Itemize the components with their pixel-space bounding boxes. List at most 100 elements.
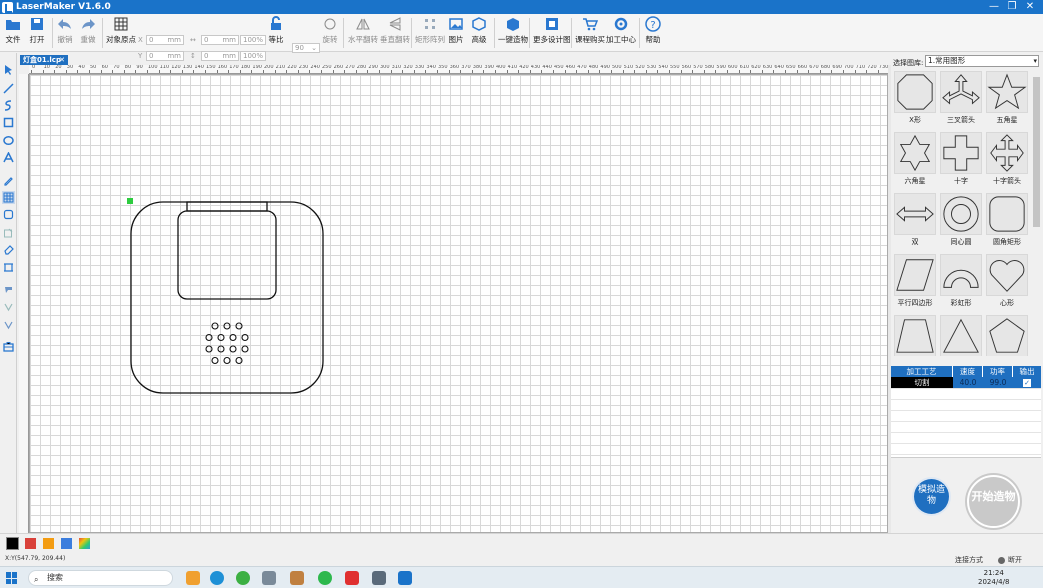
shape-item[interactable]: 五边形 — [985, 315, 1029, 356]
course-purchase-button[interactable]: 课程购买 — [575, 16, 605, 45]
y-position-field[interactable]: 0 mm — [146, 51, 184, 61]
design-canvas[interactable] — [29, 74, 888, 533]
frame-tool[interactable] — [2, 208, 15, 221]
windows-start-icon[interactable] — [6, 572, 18, 584]
color-swatch[interactable] — [6, 537, 19, 550]
ellipse-tool[interactable] — [2, 134, 15, 147]
restore-button[interactable]: ❐ — [1003, 0, 1021, 14]
edge-browser-icon[interactable] — [210, 571, 224, 585]
hole-circle[interactable] — [241, 345, 249, 353]
edit-tool[interactable] — [2, 226, 15, 239]
hole-circle[interactable] — [229, 345, 237, 353]
minimize-button[interactable]: — — [985, 0, 1003, 14]
calculator-icon[interactable] — [372, 571, 386, 585]
hole-circle[interactable] — [217, 333, 225, 342]
speaker-holes[interactable] — [205, 322, 249, 365]
rectangle-tool[interactable] — [2, 116, 15, 129]
select-tool[interactable] — [2, 63, 15, 76]
lamp-box-drawing[interactable] — [30, 75, 889, 534]
outer-frame-shape[interactable] — [130, 201, 324, 394]
shape-item[interactable]: 彩虹形 — [939, 254, 983, 308]
undo-button[interactable]: 撤销 — [57, 16, 73, 45]
redo-button[interactable]: 重做 — [80, 16, 96, 45]
shape-item[interactable]: 圆角矩形 — [985, 193, 1029, 247]
hole-circle[interactable] — [211, 356, 219, 365]
shape-item[interactable]: 双 — [893, 193, 937, 247]
power-value[interactable]: 99.0 — [983, 377, 1013, 388]
hole-circle[interactable] — [235, 356, 243, 365]
shape-item[interactable]: 三叉箭头 — [939, 71, 983, 125]
proportional-toggle[interactable]: 等比 — [268, 16, 284, 45]
curve-tool[interactable] — [2, 99, 15, 112]
width-field[interactable]: 0 mm — [201, 35, 239, 45]
shape-item[interactable]: 平行四边形 — [893, 254, 937, 308]
document-tab[interactable]: 灯盒01.lcp ✕ — [20, 55, 68, 65]
rotate-button[interactable]: 旋转 — [322, 16, 338, 45]
color-swatch[interactable] — [25, 538, 36, 549]
selection-handle[interactable] — [127, 198, 133, 204]
wechat-icon[interactable] — [318, 571, 332, 585]
speed-value[interactable]: 40.0 — [953, 377, 983, 388]
hole-circle[interactable] — [229, 333, 237, 342]
horizontal-flip-button[interactable]: 水平翻转 — [348, 16, 378, 45]
hole-circle[interactable] — [211, 322, 219, 330]
app-icon[interactable] — [236, 571, 250, 585]
grid-tool[interactable] — [2, 191, 15, 204]
toolbox-tool[interactable] — [2, 340, 15, 353]
shape-item[interactable]: 六角星 — [893, 132, 937, 186]
file-button[interactable]: 文件 — [5, 16, 21, 45]
text-tool[interactable] — [2, 151, 15, 164]
connection-label[interactable]: 连接方式 — [955, 555, 983, 565]
hole-circle[interactable] — [241, 333, 249, 342]
color-swatch[interactable] — [79, 538, 90, 549]
shape-item[interactable]: 十字 — [939, 132, 983, 186]
one-click-make-button[interactable]: 一键造物 — [498, 16, 528, 45]
output-checkbox[interactable]: ✓ — [1023, 379, 1031, 387]
widgets-icon[interactable] — [186, 571, 200, 585]
shape-item[interactable]: 梯形 — [893, 315, 937, 356]
line-tool[interactable] — [2, 82, 15, 95]
advanced-button[interactable]: 高级 — [471, 16, 487, 45]
taskbar-search[interactable]: ⌕ 搜索 — [28, 570, 173, 586]
shape-item[interactable]: 十字箭头 — [985, 132, 1029, 186]
eraser-tool[interactable] — [2, 243, 15, 256]
width-percent-field[interactable]: 100% — [240, 35, 266, 45]
wps-icon[interactable] — [345, 571, 359, 585]
system-clock[interactable]: 21:24 2024/4/8 — [978, 569, 1009, 587]
x-position-field[interactable]: 0 mm — [146, 35, 184, 45]
hole-circle[interactable] — [235, 322, 243, 330]
shape-library-scrollbar[interactable] — [1032, 71, 1041, 355]
color-swatch[interactable] — [43, 538, 54, 549]
hole-circle[interactable] — [205, 333, 213, 342]
rect-array-button[interactable]: 矩形阵列 — [415, 16, 445, 45]
store-icon[interactable] — [290, 571, 304, 585]
help-button[interactable]: ? 帮助 — [645, 16, 661, 45]
rotate-angle-field[interactable]: 90 ⌄ — [292, 43, 320, 53]
shape-item[interactable]: 三角形 — [939, 315, 983, 356]
pen-tool[interactable] — [2, 174, 15, 187]
shape-item[interactable]: 五角星 — [985, 71, 1029, 125]
image-button[interactable]: 图片 — [448, 16, 464, 45]
color-swatch[interactable] — [61, 538, 72, 549]
object-origin-button[interactable]: 对象原点 — [106, 16, 136, 45]
start-button[interactable]: 开始造物 — [967, 475, 1020, 528]
file-explorer-icon[interactable] — [262, 571, 276, 585]
window-shape[interactable] — [177, 210, 277, 300]
simulate-button[interactable]: 模拟造物 — [914, 479, 949, 514]
height-field[interactable]: 0 mm — [201, 51, 239, 61]
hole-circle[interactable] — [217, 345, 225, 353]
measure-tool[interactable] — [2, 261, 15, 274]
library-select[interactable]: 1.常用图形 ▾ — [925, 55, 1039, 67]
height-percent-field[interactable]: 100% — [240, 51, 266, 61]
trim-tool[interactable] — [2, 318, 15, 331]
close-button[interactable]: ✕ — [1021, 0, 1039, 14]
close-tab-icon[interactable]: ✕ — [59, 55, 65, 65]
hole-circle[interactable] — [223, 356, 231, 365]
process-row-cut[interactable]: 切割 40.0 99.0 ✓ — [891, 377, 1041, 388]
shape-item[interactable]: X形 — [893, 71, 937, 125]
fill-tool[interactable] — [2, 282, 15, 295]
vertical-flip-button[interactable]: 垂直翻转 — [380, 16, 410, 45]
weld-tool[interactable] — [2, 300, 15, 313]
processing-center-button[interactable]: 加工中心 — [606, 16, 636, 45]
hole-circle[interactable] — [223, 322, 231, 330]
